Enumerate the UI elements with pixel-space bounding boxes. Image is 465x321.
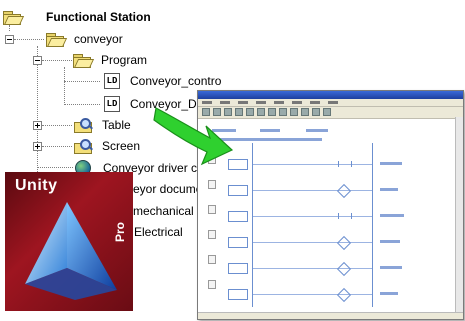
- ladder-rung: [253, 164, 372, 165]
- ladder-coil: [336, 287, 352, 303]
- tree-connector: [14, 39, 44, 40]
- tree-node-label: Functional Station: [46, 10, 151, 24]
- ladder-contact: [338, 161, 352, 167]
- ladder-block: [228, 289, 248, 300]
- ladder-block: [228, 185, 248, 196]
- ladder-block: [228, 237, 248, 248]
- rung-marker-icon: [208, 230, 216, 239]
- ladder-rung: [253, 294, 372, 295]
- collapse-toggle-program[interactable]: [33, 56, 42, 65]
- rung-comment: [380, 266, 402, 269]
- expand-toggle-table[interactable]: [33, 121, 42, 130]
- tree-connector: [42, 125, 72, 126]
- tree-node-table[interactable]: Table: [74, 116, 131, 134]
- rung-comment: [380, 240, 400, 243]
- rung-marker-icon: [208, 280, 216, 289]
- ladder-rung: [253, 190, 372, 191]
- tree-node-label: Screen: [102, 139, 141, 153]
- tree-connector: [37, 167, 73, 168]
- ladder-coil: [336, 235, 352, 251]
- ladder-rung: [253, 242, 372, 243]
- tree-node-screen[interactable]: Screen: [74, 137, 140, 155]
- folder-open-icon: [46, 32, 68, 47]
- ladder-rung: [253, 268, 372, 269]
- ld-section-icon: LD: [104, 96, 120, 112]
- magnifier-folder-icon: [74, 117, 93, 133]
- rung-comment: [380, 188, 398, 191]
- rung-marker-icon: [208, 255, 216, 264]
- folder-open-icon: [73, 53, 95, 68]
- rung-marker-icon: [208, 180, 216, 189]
- rung-comment: [380, 214, 404, 217]
- magnifier-folder-icon: [74, 138, 93, 154]
- tree-node-conveyor-control[interactable]: LD Conveyor_contro: [104, 72, 221, 90]
- tree-node-label: Electrical: [134, 225, 183, 239]
- right-power-rail: [372, 143, 373, 307]
- tree-node-label: Table: [102, 118, 131, 132]
- tree-connector: [42, 146, 72, 147]
- ladder-contact: [338, 213, 352, 219]
- tree-connector: [64, 81, 100, 82]
- rung-marker-icon: [208, 205, 216, 214]
- ladder-rung: [253, 216, 372, 217]
- tree-node-functional-station[interactable]: Functional Station: [3, 8, 151, 26]
- tree-connector: [42, 60, 72, 61]
- tree-node-program[interactable]: Program: [73, 51, 147, 69]
- tree-node-electrical[interactable]: Electrical: [134, 223, 183, 241]
- collapse-toggle-conveyor[interactable]: [5, 35, 14, 44]
- tree-node-label: conveyor: [74, 32, 123, 46]
- ladder-coil: [336, 261, 352, 277]
- ladder-block: [228, 211, 248, 222]
- rung-comment: [380, 292, 398, 295]
- folder-open-icon: [3, 10, 25, 25]
- window-status-bar: [198, 312, 463, 319]
- ladder-block: [228, 263, 248, 274]
- ladder-coil: [336, 183, 352, 199]
- tree-node-conveyor-documentation[interactable]: veyor docume: [127, 180, 202, 198]
- green-arrow-icon: [153, 107, 234, 166]
- rung-comment: [380, 162, 402, 165]
- logo-name: Unity: [15, 177, 58, 194]
- tree-node-conveyor[interactable]: conveyor: [46, 30, 123, 48]
- unity-pro-logo: Unity Pro: [5, 172, 133, 311]
- ladder-diagram-sheet: [208, 125, 453, 311]
- tree-connector: [64, 67, 65, 105]
- sheet-header-text: [306, 129, 328, 132]
- expand-toggle-screen[interactable]: [33, 142, 42, 151]
- left-power-rail: [252, 143, 253, 307]
- logo-suffix: Pro: [113, 221, 127, 242]
- ld-section-icon: LD: [104, 73, 120, 89]
- tree-node-label: Conveyor_contro: [130, 74, 222, 88]
- tree-node-label: mechanical: [133, 204, 194, 218]
- window-scrollbar: [455, 117, 463, 319]
- sheet-header-text: [260, 129, 280, 132]
- tree-connector: [64, 104, 100, 105]
- tree-node-label: Program: [101, 53, 148, 67]
- tree-node-label: veyor docume: [127, 182, 203, 196]
- tree-node-mechanical[interactable]: mechanical: [133, 202, 194, 220]
